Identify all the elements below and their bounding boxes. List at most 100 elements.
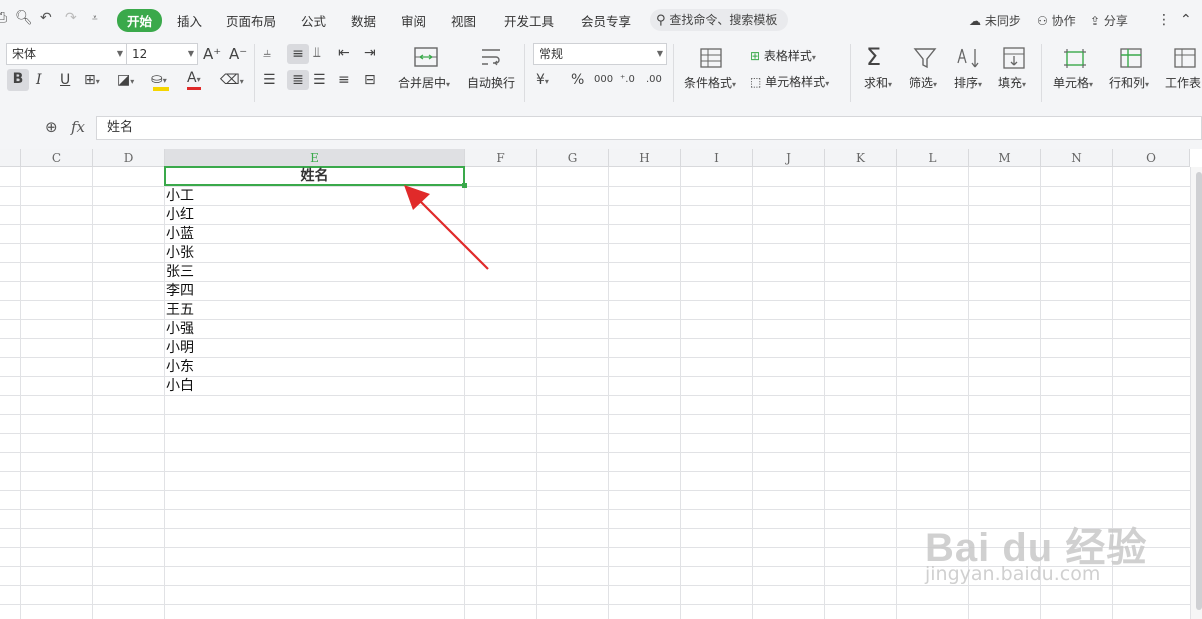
tab-insert[interactable]: 插入 (177, 11, 202, 30)
tab-data[interactable]: 数据 (351, 11, 376, 30)
cell-name[interactable]: 王五 (166, 301, 194, 320)
cell-name[interactable]: 小东 (166, 358, 194, 377)
formula-input[interactable]: 姓名 (96, 116, 1202, 140)
tab-page-layout[interactable]: 页面布局 (226, 11, 276, 30)
more-icon[interactable]: ⋮ (1157, 12, 1171, 28)
align-bottom-icon[interactable]: ⫫ (313, 43, 321, 63)
align-left-icon[interactable]: ☰ (263, 70, 276, 90)
ribbon-separator (850, 44, 851, 102)
tab-developer[interactable]: 开发工具 (504, 11, 554, 30)
column-header-n[interactable]: N (1041, 149, 1113, 167)
cell-name[interactable]: 李四 (166, 282, 194, 301)
column-header-i[interactable]: I (681, 149, 753, 167)
tab-formula[interactable]: 公式 (301, 11, 326, 30)
merge-center-button[interactable]: 合并居中▾ (398, 74, 450, 91)
justify-icon[interactable]: ≡ (338, 70, 350, 90)
font-name-value: 宋体 (12, 47, 37, 61)
cell-button[interactable]: 单元格▾ (1053, 74, 1093, 91)
column-header-f[interactable]: F (465, 149, 537, 167)
fill-down-icon (1003, 47, 1025, 69)
decrease-font-icon[interactable]: A⁻ (229, 44, 247, 64)
cell-name[interactable]: 小红 (166, 206, 194, 225)
redo-icon[interactable]: ↷ (65, 10, 77, 26)
print-preview-icon[interactable]: 🔍︎ (15, 10, 33, 26)
command-search-label: 查找命令、搜索模板 (669, 13, 778, 27)
cell-style-button[interactable]: ⬚ 单元格样式▾ (750, 73, 829, 90)
column-header-c[interactable]: C (21, 149, 93, 167)
quick-access-icon[interactable]: ⎙ (0, 10, 7, 26)
indent-icon[interactable]: ⇥ (364, 43, 376, 63)
eraser-icon[interactable]: ⌫▾ (220, 70, 244, 92)
cell-name[interactable]: 小明 (166, 339, 194, 358)
tab-view[interactable]: 视图 (451, 11, 476, 30)
align-middle-icon[interactable]: ≡ (287, 44, 309, 64)
command-search[interactable]: ⚲ 查找命令、搜索模板 (650, 9, 788, 31)
column-header-j[interactable]: J (753, 149, 825, 167)
cell-icon (1064, 49, 1086, 68)
collab-button[interactable]: ⚇ 协作 (1037, 12, 1076, 29)
bold-icon[interactable]: B (7, 69, 29, 91)
cell-name[interactable]: 张三 (166, 263, 194, 282)
thousands-icon[interactable]: 000 (594, 70, 613, 90)
annotation-arrow-icon (404, 185, 489, 270)
tab-member[interactable]: 会员专享 (581, 11, 631, 30)
scrollbar-thumb[interactable] (1196, 172, 1202, 610)
undo-icon[interactable]: ↶ (40, 10, 52, 26)
sum-button[interactable]: 求和▾ (864, 74, 892, 91)
column-header-d[interactable]: D (93, 149, 165, 167)
collapse-ribbon-icon[interactable]: ⌃ (1180, 12, 1192, 28)
cell-name[interactable]: 小张 (166, 244, 194, 263)
row-col-button[interactable]: 行和列▾ (1109, 74, 1149, 91)
fill-button[interactable]: 填充▾ (998, 74, 1026, 91)
align-center-icon[interactable]: ≣ (287, 70, 309, 90)
underline-icon[interactable]: U (60, 70, 70, 90)
border-icon[interactable]: ⊞▾ (84, 70, 100, 92)
sort-button[interactable]: 排序▾ (954, 74, 982, 91)
table-style-button[interactable]: ⊞ 表格样式▾ (750, 47, 816, 64)
decrease-decimal-icon[interactable]: .00 (646, 70, 662, 90)
wrap-text-icon (482, 49, 500, 66)
sync-button[interactable]: ☁ 未同步 (969, 12, 1021, 29)
fx-icon[interactable]: fx (71, 118, 85, 136)
column-header-o[interactable]: O (1113, 149, 1190, 167)
customize-quickbar-icon[interactable]: ⩡ (92, 13, 98, 24)
align-right-icon[interactable]: ☰ (313, 70, 326, 90)
merge-center-icon (414, 47, 438, 67)
share-button[interactable]: ⇪ 分享 (1090, 12, 1128, 29)
wrap-text-button[interactable]: 自动换行 (467, 74, 515, 91)
chevron-down-icon: ▼ (656, 49, 663, 58)
cell-name[interactable]: 小工 (166, 187, 194, 206)
sort-label: 排序 (954, 76, 979, 90)
column-header-partial[interactable] (0, 149, 21, 167)
tab-home[interactable]: 开始 (117, 9, 163, 32)
cell-name[interactable]: 小强 (166, 320, 194, 339)
column-header-e[interactable]: E (165, 149, 465, 167)
font-name-select[interactable]: 宋体 ▼ (6, 43, 127, 65)
cell-format-icon[interactable]: ◪▾ (117, 70, 134, 92)
worksheet-button[interactable]: 工作表 (1165, 74, 1201, 91)
distribute-icon[interactable]: ⊟ (364, 70, 376, 90)
zoom-search-icon[interactable]: ⊕ (45, 118, 58, 136)
increase-font-icon[interactable]: A⁺ (203, 44, 221, 64)
column-header-l[interactable]: L (897, 149, 969, 167)
currency-icon[interactable]: ¥▾ (536, 70, 549, 92)
filter-button[interactable]: 筛选▾ (909, 74, 937, 91)
cell-name[interactable]: 小白 (166, 377, 194, 396)
percent-icon[interactable]: % (571, 70, 584, 90)
outdent-icon[interactable]: ⇤ (338, 43, 350, 63)
column-header-g[interactable]: G (537, 149, 609, 167)
column-header-m[interactable]: M (969, 149, 1041, 167)
column-header-k[interactable]: K (825, 149, 897, 167)
font-size-select[interactable]: 12 ▼ (126, 43, 198, 65)
number-format-select[interactable]: 常规 ▼ (533, 43, 667, 65)
conditional-format-button[interactable]: 条件格式▾ (684, 74, 736, 91)
increase-decimal-icon[interactable]: ⁺.0 (620, 70, 635, 90)
cell-name[interactable]: 小蓝 (166, 225, 194, 244)
row-col-icon (1120, 48, 1142, 68)
sort-icon (957, 48, 979, 68)
align-top-icon[interactable]: ⫨ (263, 43, 271, 63)
conditional-format-label: 条件格式 (684, 76, 733, 90)
italic-icon[interactable]: I (36, 70, 42, 90)
column-header-h[interactable]: H (609, 149, 681, 167)
tab-review[interactable]: 审阅 (401, 11, 426, 30)
